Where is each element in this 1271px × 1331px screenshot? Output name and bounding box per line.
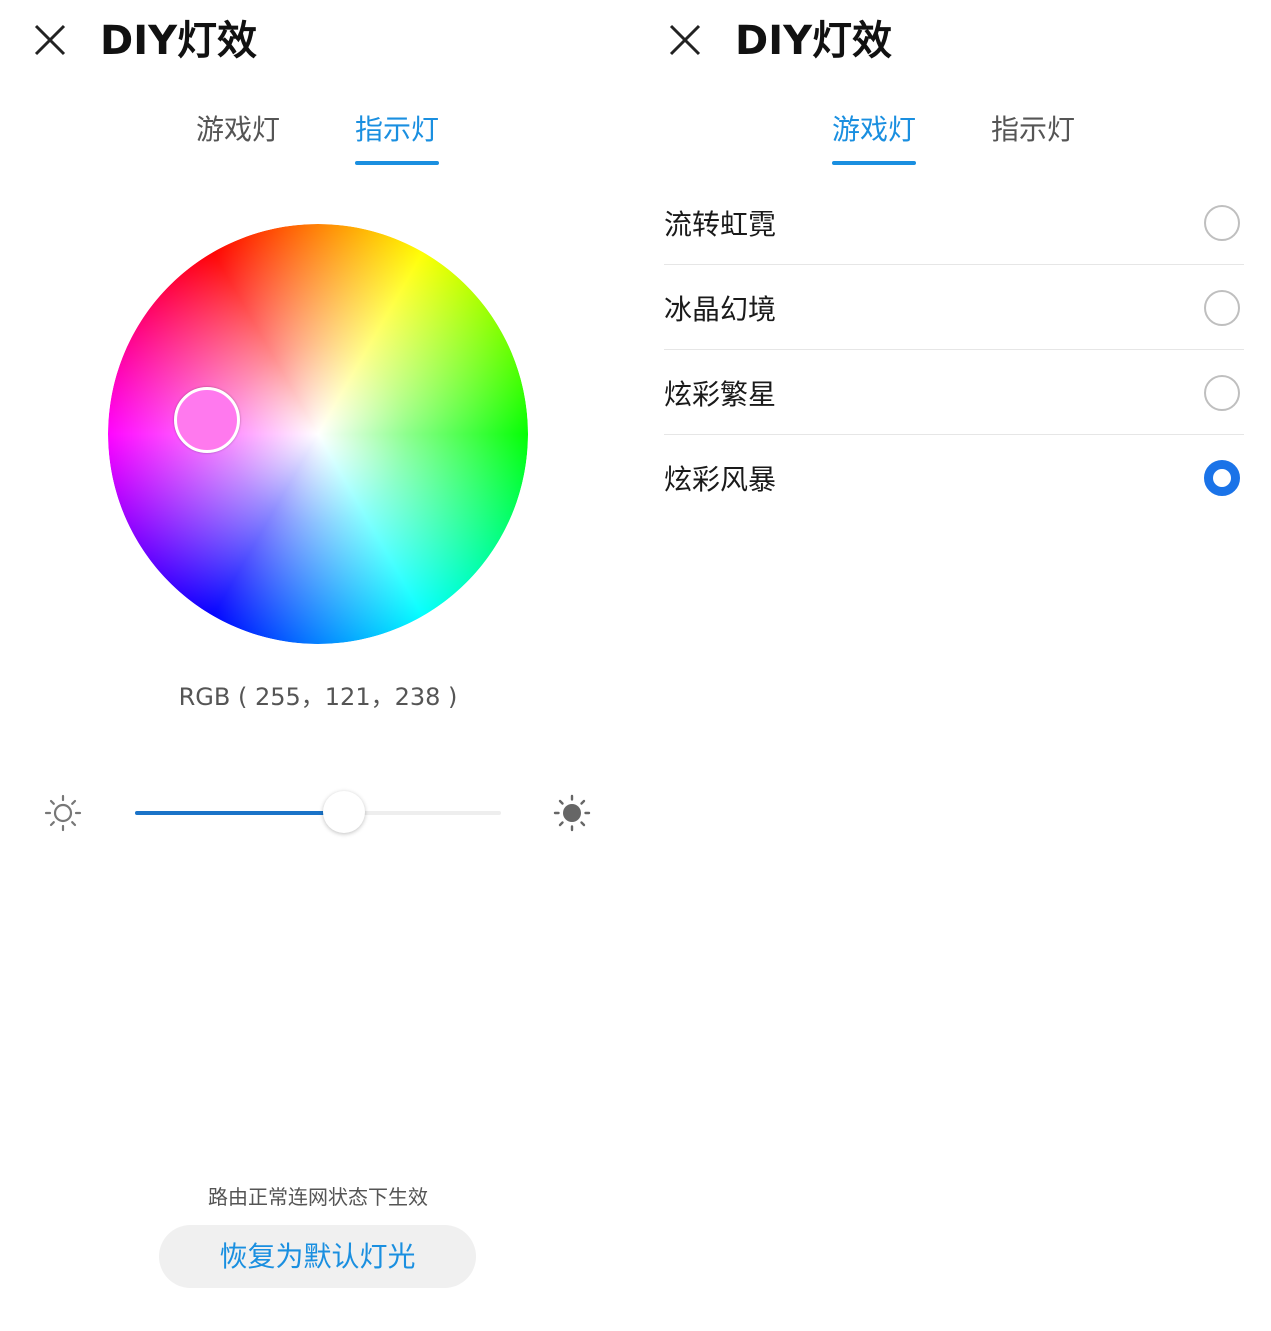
rgb-value-text: RGB ( 255，121，238 ) bbox=[178, 683, 458, 711]
brightness-high-button bbox=[553, 794, 591, 832]
effect-label: 冰晶幻境 bbox=[664, 293, 777, 326]
effect-item-colorful-storm[interactable]: 炫彩风暴 bbox=[664, 435, 1244, 520]
close-icon bbox=[669, 24, 701, 56]
brightness-low-button bbox=[44, 794, 82, 832]
effect-item-colorful-stars[interactable]: 炫彩繁星 bbox=[664, 350, 1244, 435]
tab-label: 游戏灯 bbox=[196, 113, 281, 146]
effect-item-ice-crystal[interactable]: 冰晶幻境 bbox=[664, 265, 1244, 350]
effect-label: 流转虹霓 bbox=[664, 208, 777, 241]
game-light-panel: DIY灯效 游戏灯 指示灯 流转虹霓 冰晶幻境 炫彩繁星 炫彩风暴 bbox=[636, 0, 1271, 1331]
color-wheel[interactable] bbox=[108, 224, 528, 644]
radio-button-selected[interactable] bbox=[1204, 460, 1240, 496]
brightness-slider-fill bbox=[135, 811, 344, 815]
network-hint-text: 路由正常连网状态下生效 bbox=[208, 1185, 428, 1209]
close-icon bbox=[34, 24, 66, 56]
tab-label: 游戏灯 bbox=[832, 113, 917, 146]
tab-active-underline bbox=[832, 161, 916, 165]
tab-game-light[interactable]: 游戏灯 bbox=[196, 110, 280, 170]
radio-button[interactable] bbox=[1204, 290, 1240, 326]
tab-game-light[interactable]: 游戏灯 bbox=[832, 110, 916, 170]
page-title: DIY灯效 bbox=[100, 18, 258, 64]
brightness-slider[interactable] bbox=[135, 791, 501, 833]
effect-label: 炫彩风暴 bbox=[664, 463, 777, 496]
radio-button[interactable] bbox=[1204, 375, 1240, 411]
effect-list: 流转虹霓 冰晶幻境 炫彩繁星 炫彩风暴 bbox=[664, 180, 1244, 520]
close-button[interactable] bbox=[665, 20, 705, 60]
color-wheel-saturation bbox=[108, 224, 528, 644]
diy-light-effects-screens: DIY灯效 游戏灯 指示灯 RGB ( 255，121，238 ) 路由正常连网… bbox=[0, 0, 1271, 1331]
restore-default-button[interactable]: 恢复为默认灯光 bbox=[159, 1225, 476, 1288]
tab-indicator-light[interactable]: 指示灯 bbox=[991, 110, 1075, 170]
tab-label: 指示灯 bbox=[991, 113, 1076, 146]
color-picker-handle[interactable] bbox=[174, 387, 240, 453]
indicator-light-panel: DIY灯效 游戏灯 指示灯 RGB ( 255，121，238 ) 路由正常连网… bbox=[0, 0, 636, 1331]
tab-active-underline bbox=[355, 161, 439, 165]
sun-outline-icon bbox=[44, 794, 82, 832]
sun-filled-icon bbox=[553, 794, 591, 832]
brightness-slider-thumb[interactable] bbox=[323, 791, 365, 833]
radio-button[interactable] bbox=[1204, 205, 1240, 241]
tab-label: 指示灯 bbox=[355, 113, 440, 146]
page-title: DIY灯效 bbox=[735, 18, 893, 64]
effect-label: 炫彩繁星 bbox=[664, 378, 777, 411]
effect-item-flowing-rainbow[interactable]: 流转虹霓 bbox=[664, 180, 1244, 265]
close-button[interactable] bbox=[30, 20, 70, 60]
tab-indicator-light[interactable]: 指示灯 bbox=[355, 110, 439, 170]
